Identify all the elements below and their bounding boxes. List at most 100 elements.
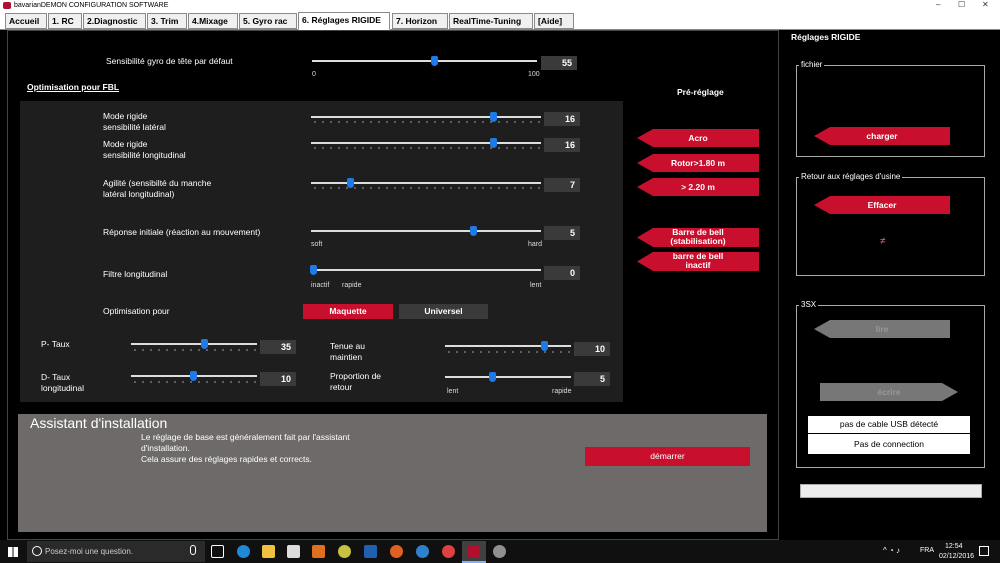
tab-reglages-rigide[interactable]: 6. Réglages RIGIDE [298,12,390,30]
tail-gyro-value[interactable]: 55 [541,56,577,70]
maquette-button[interactable]: Maquette [303,304,393,319]
file-explorer-icon[interactable] [262,545,275,558]
preset-rotor-180-button[interactable]: Rotor>1.80 m [637,154,759,172]
response-value[interactable]: 5 [544,226,580,240]
connection-status: Pas de connection [808,434,970,454]
agility-ticks [311,186,541,190]
mode-long-slider-thumb[interactable] [490,138,497,148]
mode-long-label-line2: sensibilité longitudinal [103,150,186,160]
response-label: Réponse initiale (réaction au mouvement) [103,227,261,237]
return-slow-label: lent [447,388,459,395]
tab-diagnostic[interactable]: 2.Diagnostic [83,13,146,29]
not-equal-icon: ≠ [880,236,886,247]
mode-lateral-slider-thumb[interactable] [490,112,497,122]
p-rate-label: P- Taux [41,339,70,349]
tab-realtime-tuning[interactable]: RealTime-Tuning [449,13,533,29]
response-slider-thumb[interactable] [470,226,477,236]
tail-gyro-label: Sensibilité gyro de tête par défaut [106,56,233,66]
tab-aide[interactable]: [Aide] [534,13,574,29]
store-icon[interactable] [287,545,300,558]
mode-long-ticks [311,146,541,150]
hold-value[interactable]: 10 [574,342,610,356]
d-rate-slider-thumb[interactable] [190,371,197,381]
sx-group-label: 3SX [799,300,819,309]
agility-track [311,182,541,184]
hold-label-line2: maintien [330,352,363,362]
load-button[interactable]: charger [814,127,950,145]
return-label-line2: retour [330,382,353,392]
firefox-icon[interactable] [390,545,403,558]
clock-date[interactable]: 02/12/2016 [939,553,974,560]
task-view-icon[interactable] [211,545,224,558]
media-icon[interactable] [312,545,325,558]
mode-lateral-track [311,116,541,118]
tab-accueil[interactable]: Accueil [5,13,47,29]
app-icon-11[interactable] [493,545,506,558]
agility-value[interactable]: 7 [544,178,580,192]
filter-value[interactable]: 0 [544,266,580,280]
agility-label-line2: latéral longitudinal) [103,189,175,199]
d-rate-label: D- Taux longitudinal [41,372,84,394]
response-hard-label: hard [528,241,543,248]
p-rate-track [131,343,257,345]
start-assistant-button[interactable]: démarrer [585,447,750,466]
hold-label: Tenue au maintien [330,341,365,363]
mode-long-label: Mode rigide sensibilité longitudinal [103,139,186,161]
close-button[interactable]: ✕ [982,0,989,9]
agility-slider-thumb[interactable] [347,178,354,188]
microphone-icon[interactable] [190,545,196,555]
app-icon-5[interactable] [338,545,351,558]
read-button[interactable]: lire [814,320,950,338]
mode-lateral-value[interactable]: 16 [544,112,580,126]
tab-mixage[interactable]: 4.Mixage [188,13,238,29]
d-rate-label-line2: longitudinal [41,383,85,393]
language-indicator[interactable]: FRA [920,547,934,554]
filter-slider-thumb[interactable] [310,265,317,275]
tab-trim[interactable]: 3. Trim [147,13,187,29]
edge-icon[interactable] [237,545,250,558]
windows-start-icon[interactable] [8,547,18,557]
p-rate-ticks [131,348,257,352]
d-rate-label-line1: D- Taux [41,372,71,382]
tab-rc[interactable]: 1. RC [48,13,82,29]
hold-track [445,345,571,347]
hold-slider-thumb[interactable] [541,341,548,351]
preset-flybar-stab-button[interactable]: Barre de bell (stabilisation) [637,228,759,247]
demon-app-icon [467,545,480,558]
p-rate-slider-thumb[interactable] [201,339,208,349]
minimize-button[interactable]: – [936,0,940,9]
return-label-line1: Proportion de [330,371,382,381]
mode-long-value[interactable]: 16 [544,138,580,152]
factory-group-label: Retour aux réglages d'usine [799,172,903,181]
p-rate-value[interactable]: 35 [260,340,296,354]
tail-gyro-slider-thumb[interactable] [431,56,438,66]
preset-flybar-inactive-line2: inactif [685,260,711,270]
file-group-label: fichier [799,60,825,69]
preset-title: Pré-réglage [677,87,724,97]
return-value[interactable]: 5 [574,372,610,386]
hold-label-line1: Tenue au [330,341,365,351]
preset-acro-button[interactable]: Acro [637,129,759,147]
hold-ticks [445,350,571,354]
mode-long-label-line1: Mode rigide [103,139,148,149]
preset-rotor-220-button[interactable]: > 2.20 m [637,178,759,196]
universel-button[interactable]: Universel [399,304,488,319]
assistant-line1: Le réglage de base est généralement fait… [141,432,350,442]
d-rate-value[interactable]: 10 [260,372,296,386]
erase-button[interactable]: Effacer [814,196,950,214]
maximize-button[interactable]: ☐ [958,0,965,9]
tab-horizon[interactable]: 7. Horizon [392,13,448,29]
write-button[interactable]: écrire [820,383,958,401]
notification-icon[interactable] [979,546,989,556]
window-title: bavarianDEMON CONFIGURATION SOFTWARE [14,2,169,9]
tray-icons[interactable]: ^ ◔ ♪ [883,546,900,555]
chrome-icon[interactable] [442,545,455,558]
clock-time[interactable]: 12:54 [945,543,963,550]
return-slider-thumb[interactable] [489,372,496,382]
app-icon-6[interactable] [364,545,377,558]
tab-gyro-rac[interactable]: 5. Gyro rac [239,13,297,29]
app-icon-8[interactable] [416,545,429,558]
optim-label: Optimisation pour [103,306,170,316]
preset-flybar-inactive-button[interactable]: barre de bell inactif [637,252,759,271]
tail-gyro-max: 100 [528,71,540,78]
